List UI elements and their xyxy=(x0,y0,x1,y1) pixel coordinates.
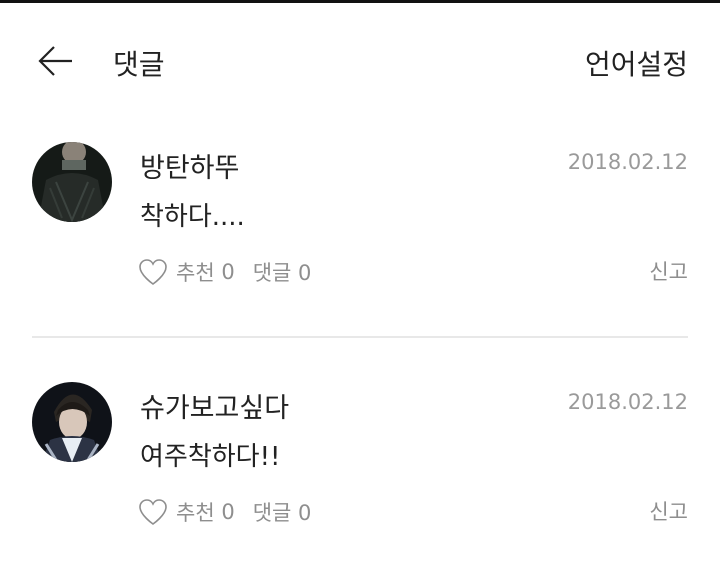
recommend-button[interactable]: 추천 0 xyxy=(138,257,235,287)
page-title: 댓글 xyxy=(113,48,165,81)
comment-actions: 추천 0 댓글 0 xyxy=(138,494,311,530)
reply-button[interactable]: 댓글 0 xyxy=(253,497,312,527)
reply-count: 0 xyxy=(298,261,312,285)
comment-actions: 추천 0 댓글 0 xyxy=(138,254,311,290)
comment-date: 2018.02.12 xyxy=(567,390,688,414)
comment-text: 여주착하다!! xyxy=(140,442,281,472)
heart-icon xyxy=(139,499,167,525)
heart-icon xyxy=(139,259,167,285)
recommend-label: 추천 xyxy=(176,261,215,285)
report-button[interactable]: 신고 xyxy=(649,256,688,286)
comment-item: 슈가보고싶다 2018.02.12 여주착하다!! 추천 0 댓글 0 신고 xyxy=(0,360,720,580)
reply-count: 0 xyxy=(298,501,312,525)
comment-divider xyxy=(32,336,688,338)
comment-date: 2018.02.12 xyxy=(567,150,688,174)
reply-label: 댓글 xyxy=(252,501,292,525)
avatar[interactable] xyxy=(32,142,112,222)
recommend-label: 추천 xyxy=(176,501,215,525)
arrow-left-icon xyxy=(38,46,72,76)
reply-button[interactable]: 댓글 0 xyxy=(253,257,312,287)
comment-author[interactable]: 슈가보고싶다 xyxy=(140,386,289,425)
reply-label: 댓글 xyxy=(252,261,292,285)
report-button[interactable]: 신고 xyxy=(649,496,688,526)
comment-text: 착하다.... xyxy=(140,202,245,232)
comment-item: 방탄하뚜 2018.02.12 착하다.... 추천 0 댓글 0 신고 xyxy=(0,120,720,340)
header-bar: 댓글 언어설정 xyxy=(0,3,720,113)
avatar[interactable] xyxy=(32,382,112,462)
back-button[interactable] xyxy=(36,41,76,81)
comment-author[interactable]: 방탄하뚜 xyxy=(140,146,239,185)
recommend-count: 0 xyxy=(221,500,235,524)
recommend-count: 0 xyxy=(221,260,235,284)
recommend-button[interactable]: 추천 0 xyxy=(138,497,235,527)
language-settings-button[interactable]: 언어설정 xyxy=(585,43,688,83)
